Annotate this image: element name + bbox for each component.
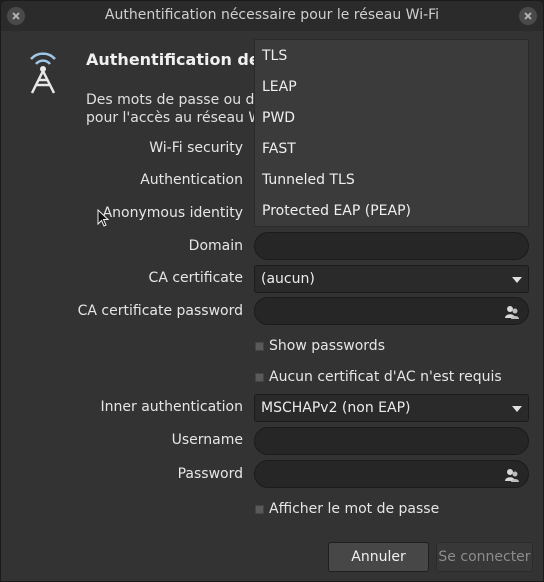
ca-certificate-password-label: CA certificate password (77, 303, 243, 319)
ca-certificate-value: (aucun) (261, 271, 315, 287)
dropdown-option-peap[interactable]: Protected EAP (PEAP) (262, 203, 411, 219)
chevron-down-icon (512, 406, 522, 412)
no-ca-required-checkbox[interactable]: Aucun certificat d'AC n'est requis (255, 367, 502, 387)
show-password-checkbox[interactable]: Afficher le mot de passe (255, 499, 439, 519)
domain-input[interactable] (254, 232, 529, 260)
inner-authentication-label: Inner authentication (100, 399, 243, 415)
dropdown-option-fast[interactable]: FAST (262, 141, 296, 157)
close-icon (524, 12, 532, 20)
cancel-button[interactable]: Annuler (328, 542, 429, 572)
mouse-pointer-icon (97, 209, 109, 227)
auth-dialog: Authentification nécessaire pour le rése… (0, 0, 544, 582)
close-button[interactable] (519, 7, 537, 25)
dropdown-option-pwd[interactable]: PWD (262, 110, 295, 126)
dropdown-option-tls[interactable]: TLS (262, 48, 287, 64)
ca-certificate-label: CA certificate (148, 270, 243, 286)
window-title: Authentification nécessaire pour le rése… (104, 7, 440, 23)
username-label: Username (171, 432, 243, 448)
ca-certificate-password-input[interactable] (254, 297, 529, 325)
users-icon[interactable] (504, 467, 520, 483)
authentication-label: Authentication (140, 172, 243, 188)
show-password-label: Afficher le mot de passe (269, 501, 440, 517)
dropdown-option-leap[interactable]: LEAP (262, 79, 297, 95)
inner-authentication-value: MSCHAPv2 (non EAP) (261, 400, 411, 416)
wifi-security-label: Wi-Fi security (149, 140, 243, 156)
password-input[interactable] (254, 460, 529, 488)
chevron-down-icon (512, 277, 522, 283)
ca-certificate-select[interactable]: (aucun) (254, 265, 529, 293)
username-input[interactable] (254, 427, 529, 455)
dialog-heading: Authentification dem (86, 50, 277, 69)
anonymous-identity-label: Anonymous identity (102, 205, 243, 221)
password-label: Password (177, 466, 243, 482)
connect-button[interactable]: Se connecter (436, 542, 533, 572)
domain-label: Domain (188, 238, 243, 254)
checkbox-box[interactable] (255, 372, 264, 382)
dialog-description: Des mots de passe ou des pour l'accès au… (86, 92, 270, 126)
inner-authentication-select[interactable]: MSCHAPv2 (non EAP) (254, 394, 529, 422)
checkbox-box[interactable] (255, 341, 264, 351)
authentication-dropdown: TLS LEAP PWD FAST Tunneled TLS Protected… (254, 39, 529, 227)
dropdown-option-tunneled-tls[interactable]: Tunneled TLS (262, 172, 355, 188)
show-passwords-checkbox[interactable]: Show passwords (255, 336, 385, 356)
wifi-antenna-icon (30, 52, 56, 94)
titlebar: Authentification nécessaire pour le rése… (1, 1, 543, 31)
show-passwords-label: Show passwords (269, 338, 385, 354)
users-icon[interactable] (504, 304, 520, 320)
no-ca-required-label: Aucun certificat d'AC n'est requis (269, 369, 502, 385)
checkbox-box[interactable] (255, 504, 264, 514)
